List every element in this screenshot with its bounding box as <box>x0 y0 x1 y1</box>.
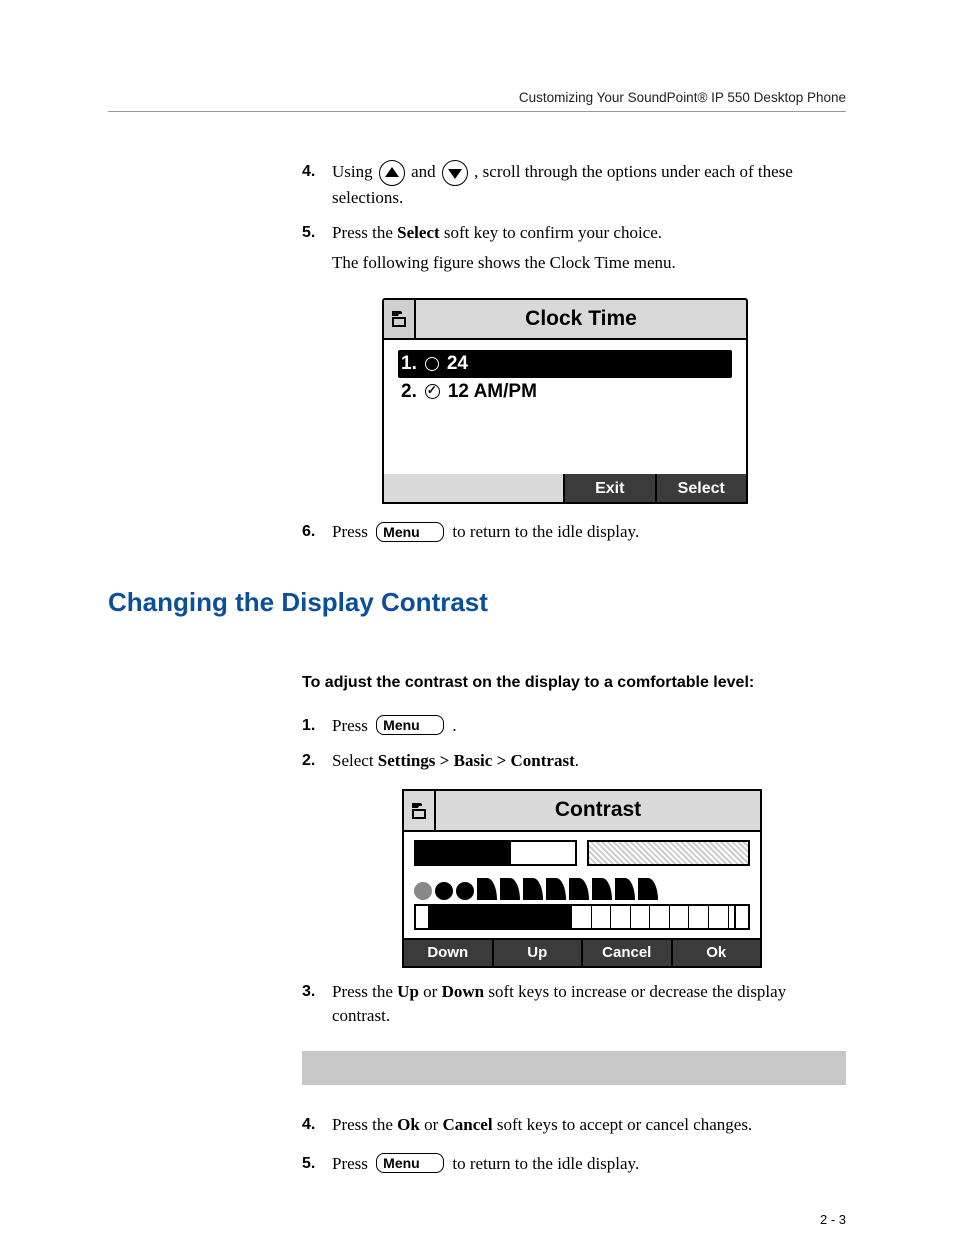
contrast-shapes <box>414 872 750 900</box>
bottom-step-list-cont: 4. Press the Ok or Cancel soft keys to a… <box>302 1113 846 1176</box>
step-text: Press <box>332 522 372 541</box>
step-text: Using <box>332 162 377 181</box>
step-number: 1. <box>302 714 315 737</box>
step-number: 2. <box>302 749 315 772</box>
lcd-clock-time: Clock Time 1. 24 2. 12 AM/PM <box>382 298 748 504</box>
menu-key-icon: Menu <box>376 1153 444 1173</box>
step-text: Press <box>332 1154 372 1173</box>
step-text: or <box>419 982 442 1001</box>
row-label: 12 AM/PM <box>448 379 537 405</box>
softkey-blank <box>384 474 474 502</box>
step-text: . <box>575 751 579 770</box>
radio-checked-icon <box>425 384 440 399</box>
step-number: 6. <box>302 520 315 543</box>
softkey-exit: Exit <box>563 474 655 502</box>
nav-path: Settings > Basic > Contrast <box>378 751 575 770</box>
step-number: 3. <box>302 980 315 1003</box>
running-header: Customizing Your SoundPoint® IP 550 Desk… <box>108 90 846 112</box>
step-text: to return to the idle display. <box>452 1154 639 1173</box>
up-arrow-icon <box>379 160 405 186</box>
bold: Up <box>397 982 419 1001</box>
step-2: 2. Select Settings > Basic > Contrast. C… <box>302 749 846 968</box>
step-text: Press the <box>332 982 397 1001</box>
step-number: 5. <box>302 1152 315 1175</box>
lcd-contrast: Contrast <box>402 789 762 967</box>
step-extra-text: The following figure shows the Clock Tim… <box>332 251 846 276</box>
radio-empty-icon <box>425 357 439 371</box>
step-text: soft keys to accept or cancel changes. <box>493 1115 753 1134</box>
lcd-title-text: Clock Time <box>416 300 746 338</box>
section-heading-contrast: Changing the Display Contrast <box>108 587 846 618</box>
clock-option-12ampm: 2. 12 AM/PM <box>398 378 732 406</box>
contrast-slider <box>414 904 750 930</box>
top-step-list: 4. Using and , scroll through the option… <box>302 160 846 545</box>
softkey-select: Select <box>655 474 747 502</box>
row-index: 2. <box>401 379 417 405</box>
step-text: Press <box>332 716 372 735</box>
down-arrow-icon <box>442 160 468 186</box>
softkey-blank <box>474 474 564 502</box>
lcd-title-text: Contrast <box>436 791 760 829</box>
select-label-bold: Select <box>397 223 439 242</box>
step-5b: 5. Press Menu to return to the idle disp… <box>302 1152 846 1177</box>
contrast-preview-left <box>414 840 577 866</box>
contrast-preview-right <box>587 840 750 866</box>
bold: Ok <box>397 1115 420 1134</box>
note-bar <box>302 1051 846 1085</box>
step-4b: 4. Press the Ok or Cancel soft keys to a… <box>302 1113 846 1138</box>
bold: Down <box>442 982 485 1001</box>
bold: Cancel <box>443 1115 493 1134</box>
page-number: 2 - 3 <box>302 1212 846 1227</box>
step-text: Press the <box>332 223 397 242</box>
step-text: Press the <box>332 1115 397 1134</box>
step-5: 5. Press the Select soft key to confirm … <box>302 221 846 505</box>
step-1: 1. Press Menu . <box>302 714 846 739</box>
step-text: to return to the idle display. <box>452 522 639 541</box>
row-label: 24 <box>447 351 468 377</box>
softkey-down: Down <box>404 940 494 966</box>
step-number: 5. <box>302 221 315 244</box>
step-text: Select <box>332 751 378 770</box>
clock-option-24: 1. 24 <box>398 350 732 378</box>
bottom-step-list: 1. Press Menu . 2. Select Settings > Bas… <box>302 714 846 1029</box>
softkey-up: Up <box>494 940 584 966</box>
softkey-cancel: Cancel <box>583 940 673 966</box>
step-number: 4. <box>302 1113 315 1136</box>
phone-icon <box>404 791 436 829</box>
step-text: soft key to confirm your choice. <box>440 223 662 242</box>
step-text: or <box>420 1115 443 1134</box>
step-4: 4. Using and , scroll through the option… <box>302 160 846 211</box>
step-number: 4. <box>302 160 315 183</box>
step-text: . <box>452 716 456 735</box>
section-lead: To adjust the contrast on the display to… <box>302 674 846 692</box>
row-index: 1. <box>401 351 417 377</box>
step-6: 6. Press Menu to return to the idle disp… <box>302 520 846 545</box>
softkey-ok: Ok <box>673 940 761 966</box>
step-text: and <box>411 162 440 181</box>
menu-key-icon: Menu <box>376 715 444 735</box>
step-3: 3. Press the Up or Down soft keys to inc… <box>302 980 846 1029</box>
phone-icon <box>384 300 416 338</box>
menu-key-icon: Menu <box>376 522 444 542</box>
